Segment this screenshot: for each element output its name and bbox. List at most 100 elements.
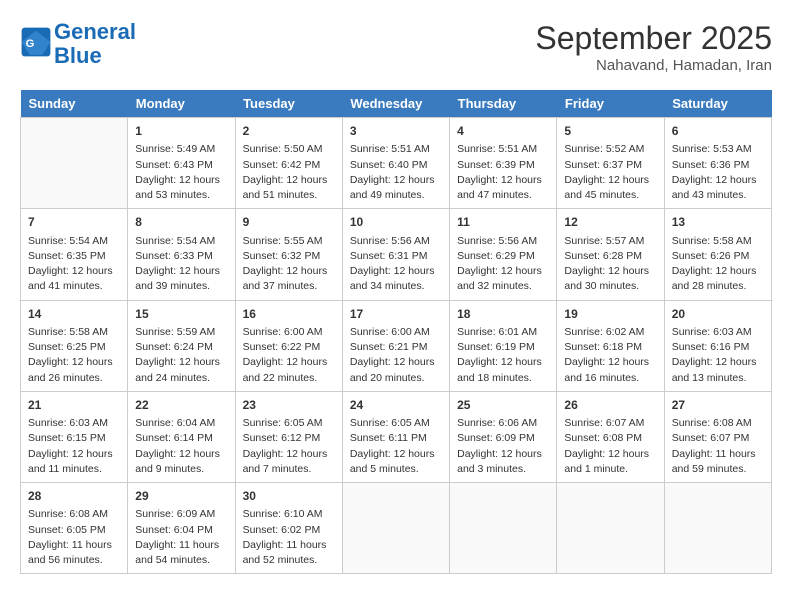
- day-cell: 2Sunrise: 5:50 AMSunset: 6:42 PMDaylight…: [235, 118, 342, 209]
- day-cell: 17Sunrise: 6:00 AMSunset: 6:21 PMDayligh…: [342, 300, 449, 391]
- day-info-line: Daylight: 12 hours: [350, 447, 442, 462]
- day-number: 16: [243, 306, 335, 323]
- weekday-header-tuesday: Tuesday: [235, 90, 342, 118]
- day-info-line: Daylight: 12 hours: [243, 173, 335, 188]
- day-info-line: Sunrise: 6:08 AM: [28, 507, 120, 522]
- day-info-line: Sunrise: 6:04 AM: [135, 416, 227, 431]
- day-cell: 18Sunrise: 6:01 AMSunset: 6:19 PMDayligh…: [450, 300, 557, 391]
- day-cell: 5Sunrise: 5:52 AMSunset: 6:37 PMDaylight…: [557, 118, 664, 209]
- day-number: 24: [350, 397, 442, 414]
- day-info-line: Daylight: 12 hours: [135, 447, 227, 462]
- day-info-line: Daylight: 12 hours: [672, 355, 764, 370]
- day-info-line: Daylight: 12 hours: [350, 173, 442, 188]
- day-cell: 1Sunrise: 5:49 AMSunset: 6:43 PMDaylight…: [128, 118, 235, 209]
- day-info-line: Sunrise: 6:10 AM: [243, 507, 335, 522]
- day-info-line: and 3 minutes.: [457, 462, 549, 477]
- day-cell: 7Sunrise: 5:54 AMSunset: 6:35 PMDaylight…: [21, 209, 128, 300]
- cell-content: 22Sunrise: 6:04 AMSunset: 6:14 PMDayligh…: [135, 397, 227, 477]
- weekday-header-friday: Friday: [557, 90, 664, 118]
- cell-content: 15Sunrise: 5:59 AMSunset: 6:24 PMDayligh…: [135, 306, 227, 386]
- day-cell: [342, 483, 449, 574]
- day-info-line: Sunset: 6:42 PM: [243, 158, 335, 173]
- day-info-line: Sunset: 6:35 PM: [28, 249, 120, 264]
- day-info-line: Daylight: 12 hours: [672, 264, 764, 279]
- logo-text: General Blue: [54, 20, 136, 68]
- day-info-line: Daylight: 12 hours: [564, 264, 656, 279]
- day-number: 20: [672, 306, 764, 323]
- day-info-line: Sunset: 6:21 PM: [350, 340, 442, 355]
- day-info-line: and 59 minutes.: [672, 462, 764, 477]
- day-info-line: Sunrise: 6:03 AM: [672, 325, 764, 340]
- day-info-line: Daylight: 12 hours: [243, 264, 335, 279]
- cell-content: 14Sunrise: 5:58 AMSunset: 6:25 PMDayligh…: [28, 306, 120, 386]
- day-info-line: Sunset: 6:28 PM: [564, 249, 656, 264]
- day-info-line: Sunrise: 5:57 AM: [564, 234, 656, 249]
- day-info-line: Sunrise: 5:54 AM: [28, 234, 120, 249]
- day-info-line: Sunrise: 5:53 AM: [672, 142, 764, 157]
- day-info-line: Sunset: 6:05 PM: [28, 523, 120, 538]
- logo: G General Blue: [20, 20, 136, 68]
- day-info-line: Daylight: 12 hours: [28, 447, 120, 462]
- page-header: G General Blue September 2025 Nahavand, …: [20, 20, 772, 74]
- day-info-line: Daylight: 12 hours: [350, 264, 442, 279]
- day-cell: 15Sunrise: 5:59 AMSunset: 6:24 PMDayligh…: [128, 300, 235, 391]
- month-title: September 2025: [535, 20, 772, 57]
- cell-content: 25Sunrise: 6:06 AMSunset: 6:09 PMDayligh…: [457, 397, 549, 477]
- day-number: 13: [672, 214, 764, 231]
- day-info-line: and 13 minutes.: [672, 371, 764, 386]
- day-info-line: and 1 minute.: [564, 462, 656, 477]
- day-info-line: Sunset: 6:26 PM: [672, 249, 764, 264]
- day-info-line: and 32 minutes.: [457, 279, 549, 294]
- day-number: 5: [564, 123, 656, 140]
- day-cell: 4Sunrise: 5:51 AMSunset: 6:39 PMDaylight…: [450, 118, 557, 209]
- day-info-line: Daylight: 12 hours: [350, 355, 442, 370]
- day-info-line: and 28 minutes.: [672, 279, 764, 294]
- day-info-line: Sunset: 6:43 PM: [135, 158, 227, 173]
- day-info-line: Sunset: 6:07 PM: [672, 431, 764, 446]
- week-row-1: 1Sunrise: 5:49 AMSunset: 6:43 PMDaylight…: [21, 118, 772, 209]
- day-info-line: Sunrise: 5:55 AM: [243, 234, 335, 249]
- day-number: 8: [135, 214, 227, 231]
- day-cell: 13Sunrise: 5:58 AMSunset: 6:26 PMDayligh…: [664, 209, 771, 300]
- day-info-line: and 16 minutes.: [564, 371, 656, 386]
- weekday-header-row: SundayMondayTuesdayWednesdayThursdayFrid…: [21, 90, 772, 118]
- day-info-line: Sunrise: 6:05 AM: [350, 416, 442, 431]
- day-info-line: Sunrise: 5:54 AM: [135, 234, 227, 249]
- day-info-line: Daylight: 12 hours: [672, 173, 764, 188]
- day-info-line: and 22 minutes.: [243, 371, 335, 386]
- day-number: 1: [135, 123, 227, 140]
- day-info-line: Sunrise: 6:09 AM: [135, 507, 227, 522]
- day-info-line: Daylight: 11 hours: [28, 538, 120, 553]
- day-info-line: and 18 minutes.: [457, 371, 549, 386]
- cell-content: 1Sunrise: 5:49 AMSunset: 6:43 PMDaylight…: [135, 123, 227, 203]
- day-cell: 26Sunrise: 6:07 AMSunset: 6:08 PMDayligh…: [557, 391, 664, 482]
- day-info-line: Sunset: 6:24 PM: [135, 340, 227, 355]
- cell-content: 3Sunrise: 5:51 AMSunset: 6:40 PMDaylight…: [350, 123, 442, 203]
- day-cell: [557, 483, 664, 574]
- weekday-header-monday: Monday: [128, 90, 235, 118]
- day-info-line: and 7 minutes.: [243, 462, 335, 477]
- day-number: 6: [672, 123, 764, 140]
- day-cell: 29Sunrise: 6:09 AMSunset: 6:04 PMDayligh…: [128, 483, 235, 574]
- day-number: 2: [243, 123, 335, 140]
- day-number: 21: [28, 397, 120, 414]
- day-cell: 28Sunrise: 6:08 AMSunset: 6:05 PMDayligh…: [21, 483, 128, 574]
- day-cell: 24Sunrise: 6:05 AMSunset: 6:11 PMDayligh…: [342, 391, 449, 482]
- day-info-line: and 43 minutes.: [672, 188, 764, 203]
- day-info-line: Daylight: 12 hours: [457, 264, 549, 279]
- day-number: 18: [457, 306, 549, 323]
- day-info-line: Sunrise: 5:56 AM: [457, 234, 549, 249]
- cell-content: 30Sunrise: 6:10 AMSunset: 6:02 PMDayligh…: [243, 488, 335, 568]
- day-info-line: Daylight: 12 hours: [457, 355, 549, 370]
- cell-content: 20Sunrise: 6:03 AMSunset: 6:16 PMDayligh…: [672, 306, 764, 386]
- day-info-line: Sunrise: 5:58 AM: [28, 325, 120, 340]
- day-info-line: and 47 minutes.: [457, 188, 549, 203]
- day-info-line: Sunrise: 5:56 AM: [350, 234, 442, 249]
- day-info-line: Sunrise: 5:52 AM: [564, 142, 656, 157]
- day-cell: 8Sunrise: 5:54 AMSunset: 6:33 PMDaylight…: [128, 209, 235, 300]
- day-info-line: Sunrise: 6:03 AM: [28, 416, 120, 431]
- day-info-line: Sunset: 6:15 PM: [28, 431, 120, 446]
- day-info-line: and 11 minutes.: [28, 462, 120, 477]
- day-cell: 9Sunrise: 5:55 AMSunset: 6:32 PMDaylight…: [235, 209, 342, 300]
- day-info-line: Sunrise: 6:07 AM: [564, 416, 656, 431]
